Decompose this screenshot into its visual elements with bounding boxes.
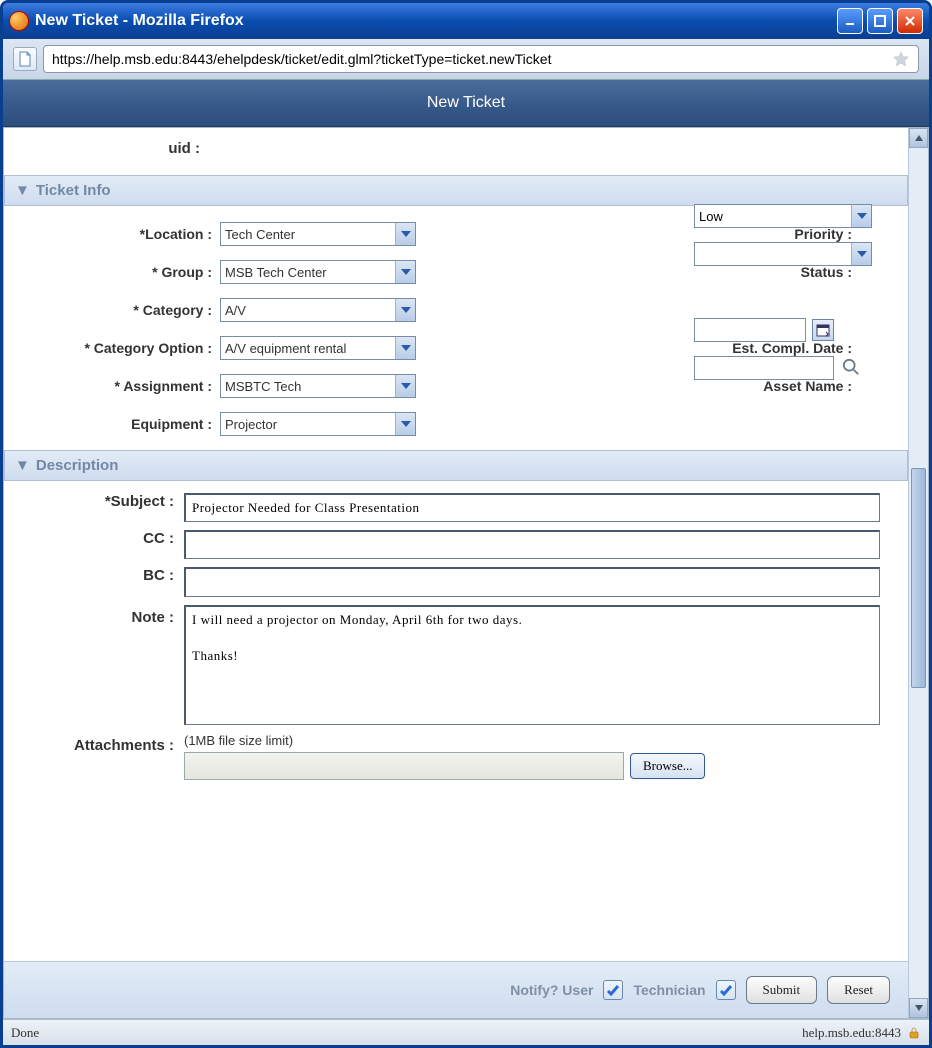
maximize-button[interactable]	[867, 8, 893, 34]
section-title: Description	[36, 457, 119, 474]
attach-hint: (1MB file size limit)	[184, 733, 880, 752]
category-label: * Category :	[8, 302, 220, 318]
equipment-value: Projector	[225, 417, 277, 432]
browse-button[interactable]: Browse...	[630, 753, 705, 779]
bc-input[interactable]	[184, 567, 880, 596]
section-title: Ticket Info	[36, 182, 111, 199]
title-bar: New Ticket - Mozilla Firefox	[3, 3, 929, 39]
notify-user-label: Notify? User	[510, 982, 593, 998]
page-title: New Ticket	[3, 80, 929, 127]
asset-name-input[interactable]	[694, 356, 834, 380]
subject-input[interactable]	[184, 493, 880, 522]
status-host: help.msb.edu:8443	[802, 1025, 901, 1041]
group-select[interactable]: MSB Tech Center	[220, 260, 416, 284]
asset-name-label: Asset Name :	[720, 378, 860, 394]
group-label: * Group :	[8, 264, 220, 280]
assignment-select[interactable]: MSBTC Tech	[220, 374, 416, 398]
cc-input[interactable]	[184, 530, 880, 559]
collapse-icon: ▼	[15, 182, 30, 199]
vertical-scrollbar[interactable]	[908, 128, 928, 1018]
notify-tech-checkbox[interactable]	[716, 980, 736, 1000]
browser-window: New Ticket - Mozilla Firefox https://hel…	[0, 0, 932, 1048]
status-text: Done	[11, 1025, 39, 1041]
chevron-down-icon	[851, 205, 871, 227]
page-favicon[interactable]	[13, 47, 37, 71]
subject-label: *Subject :	[8, 493, 184, 522]
window-controls	[837, 8, 923, 34]
group-value: MSB Tech Center	[225, 265, 327, 280]
url-text: https://help.msb.edu:8443/ehelpdesk/tick…	[52, 51, 551, 67]
location-value: Tech Center	[225, 227, 295, 242]
status-select[interactable]	[694, 242, 872, 266]
content-wrapper: uid : ▼ Ticket Info *Location : Tech Cen…	[3, 127, 929, 1019]
submit-button[interactable]: Submit	[746, 976, 818, 1004]
url-input[interactable]: https://help.msb.edu:8443/ehelpdesk/tick…	[43, 45, 919, 73]
chevron-down-icon	[395, 223, 415, 245]
uid-label: uid :	[4, 140, 200, 157]
priority-select[interactable]: Low	[694, 204, 872, 228]
firefox-icon	[9, 11, 29, 31]
notify-user-checkbox[interactable]	[603, 980, 623, 1000]
collapse-icon: ▼	[15, 457, 30, 474]
category-option-select[interactable]: A/V equipment rental	[220, 336, 416, 360]
chevron-down-icon	[395, 413, 415, 435]
category-option-label: * Category Option :	[8, 340, 220, 356]
scroll-thumb[interactable]	[911, 468, 926, 688]
est-date-input[interactable]	[694, 318, 806, 342]
category-option-value: A/V equipment rental	[225, 341, 346, 356]
notify-tech-label: Technician	[633, 982, 705, 998]
note-label: Note :	[8, 605, 184, 626]
category-value: A/V	[225, 303, 246, 318]
attachments-area: (1MB file size limit) Browse...	[184, 733, 880, 780]
footer-bar: Notify? User Technician Submit Reset	[4, 961, 908, 1018]
chevron-down-icon	[395, 337, 415, 359]
section-ticket-info[interactable]: ▼ Ticket Info	[4, 175, 908, 206]
cc-label: CC :	[8, 530, 184, 559]
search-icon[interactable]	[842, 358, 862, 378]
file-path-field[interactable]	[184, 752, 624, 780]
note-input[interactable]	[184, 605, 880, 725]
bookmark-star-icon[interactable]	[892, 50, 910, 68]
window-title: New Ticket - Mozilla Firefox	[35, 12, 244, 30]
reset-button[interactable]: Reset	[827, 976, 890, 1004]
scroll-up-arrow[interactable]	[909, 128, 928, 148]
location-label: *Location :	[8, 226, 220, 242]
priority-value: Low	[699, 209, 723, 224]
scroll-down-arrow[interactable]	[909, 998, 928, 1018]
location-select[interactable]: Tech Center	[220, 222, 416, 246]
uid-row: uid :	[4, 128, 908, 175]
form-area: uid : ▼ Ticket Info *Location : Tech Cen…	[4, 128, 908, 1018]
lock-icon	[907, 1026, 921, 1040]
assignment-label: * Assignment :	[8, 378, 220, 394]
chevron-down-icon	[395, 261, 415, 283]
chevron-down-icon	[851, 243, 871, 265]
equipment-select[interactable]: Projector	[220, 412, 416, 436]
attachments-label: Attachments :	[8, 733, 184, 754]
close-button[interactable]	[897, 8, 923, 34]
category-select[interactable]: A/V	[220, 298, 416, 322]
status-bar: Done help.msb.edu:8443	[3, 1019, 929, 1045]
section-description[interactable]: ▼ Description	[4, 450, 908, 481]
calendar-button[interactable]	[812, 319, 834, 341]
chevron-down-icon	[395, 299, 415, 321]
chevron-down-icon	[395, 375, 415, 397]
url-bar: https://help.msb.edu:8443/ehelpdesk/tick…	[3, 39, 929, 80]
assignment-value: MSBTC Tech	[225, 379, 301, 394]
minimize-button[interactable]	[837, 8, 863, 34]
equipment-label: Equipment :	[8, 416, 220, 432]
bc-label: BC :	[8, 567, 184, 596]
description-grid: *Subject : CC : BC : Note : Attachments …	[4, 481, 908, 792]
